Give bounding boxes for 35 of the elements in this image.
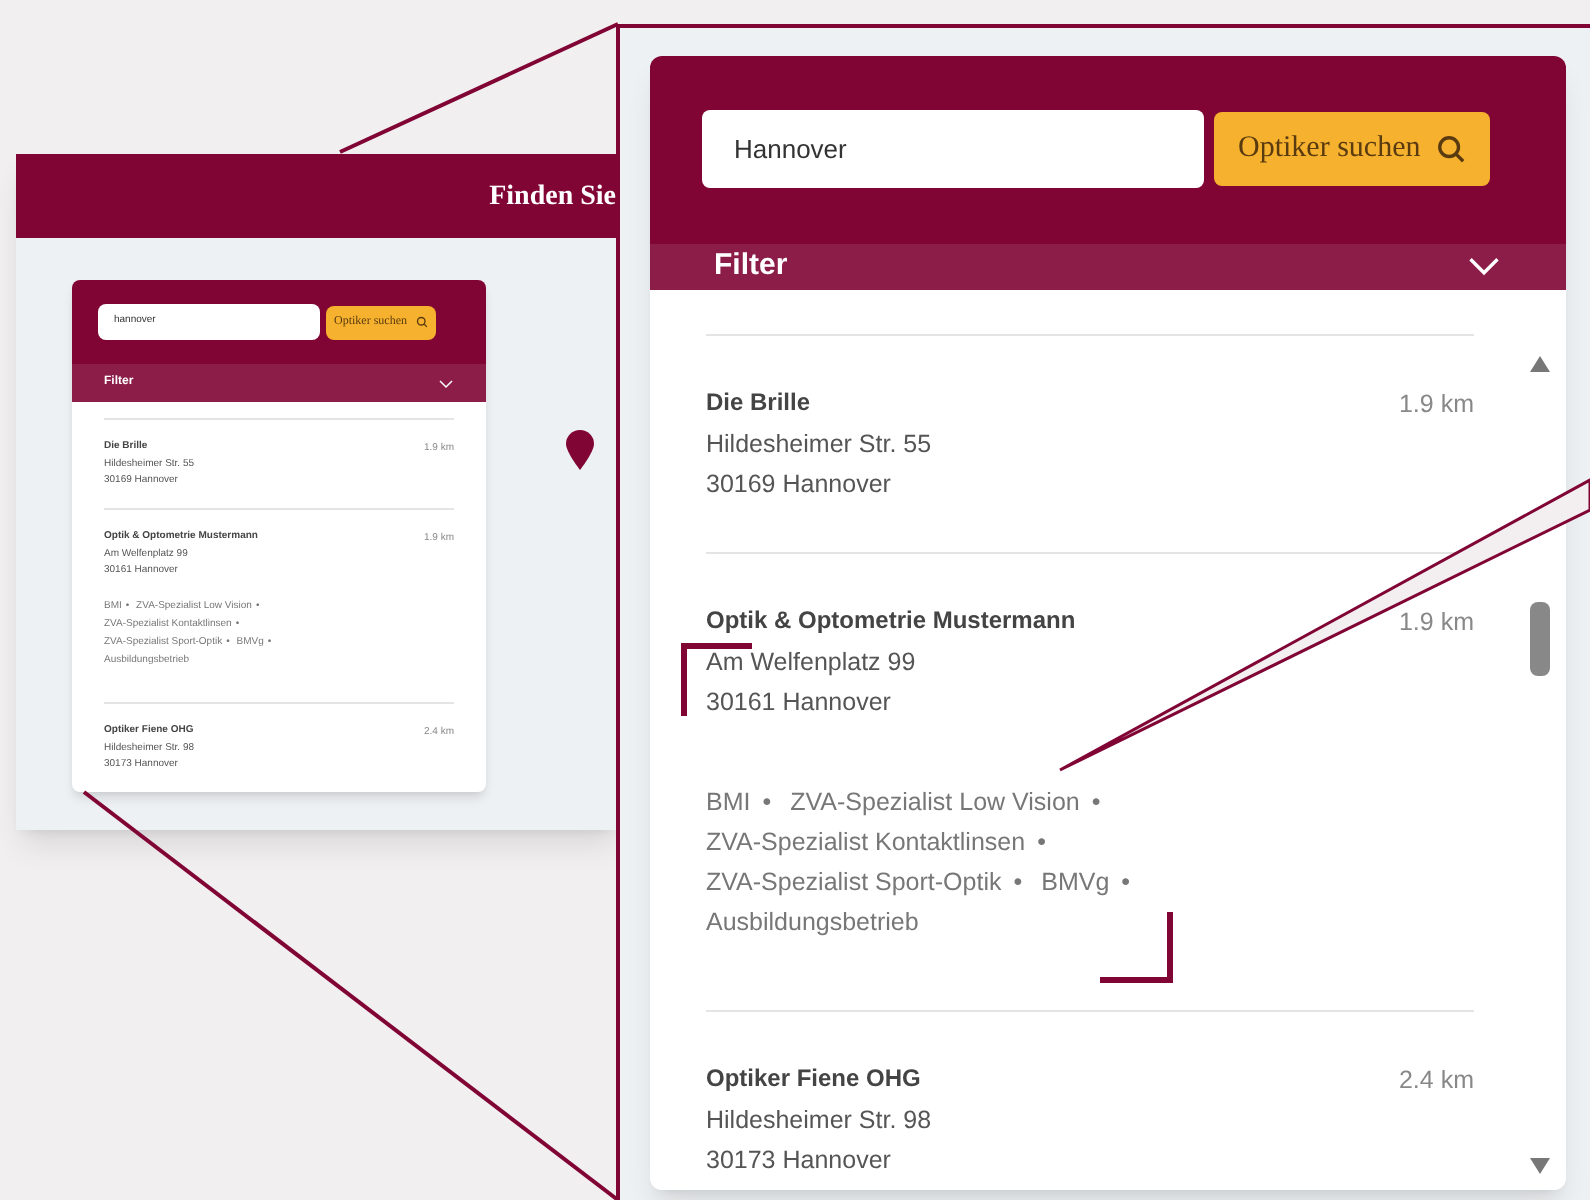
city-address: 30169 Hannover: [706, 467, 893, 501]
distance-label: 1.9 km: [1398, 387, 1474, 421]
optician-name[interactable]: Optiker Fiene OHG: [706, 1059, 921, 1099]
distance-label: 1.9 km: [1398, 605, 1474, 639]
service-tag: Ausbildungsbetrieb: [706, 907, 919, 935]
city-address: 30173 Hannover: [706, 1143, 893, 1177]
scroll-thumb[interactable]: [1530, 602, 1550, 676]
search-field[interactable]: Hannover: [702, 110, 1204, 188]
separator-dot: •: [1013, 867, 1023, 895]
separator-dot: •: [1121, 867, 1131, 895]
search-icon: [1436, 134, 1467, 164]
page-title: Finden Sie: [489, 179, 618, 215]
street-address: Hildesheimer Str. 55: [706, 427, 934, 461]
separator-dot: •: [1091, 787, 1101, 815]
chevron-icon: [438, 375, 454, 391]
scroll-up-icon[interactable]: [1530, 356, 1550, 372]
service-tag: ZVA-Spezialist Low Vision: [790, 787, 1080, 815]
distance-label: 2.4 km: [1398, 1063, 1474, 1097]
service-tag: ZVA-Spezialist Sport-Optik: [706, 867, 1002, 895]
search-button[interactable]: Optiker suchen: [1214, 112, 1491, 186]
map-pin-icon: [564, 430, 596, 470]
optician-name[interactable]: Optik & Optometrie Mustermann: [706, 601, 1076, 641]
filter-toggle[interactable]: Filter: [650, 244, 1566, 289]
service-tag: ZVA-Spezialist Kontaktlinsen: [706, 827, 1026, 855]
optician-name[interactable]: Die Brille: [706, 383, 811, 423]
search-icon: [415, 316, 427, 328]
street-address: Hildesheimer Str. 98: [706, 1103, 934, 1137]
separator-dot: •: [1037, 827, 1046, 855]
scroll-down-icon[interactable]: [1530, 1158, 1550, 1174]
street-address: Am Welfenplatz 99: [706, 645, 918, 680]
service-tag: BMI: [706, 787, 751, 815]
city-address: 30161 Hannover: [706, 685, 893, 719]
service-tag: BMVg: [1041, 867, 1110, 895]
separator-dot: •: [762, 787, 772, 815]
corner-bracket: [1100, 912, 1173, 983]
